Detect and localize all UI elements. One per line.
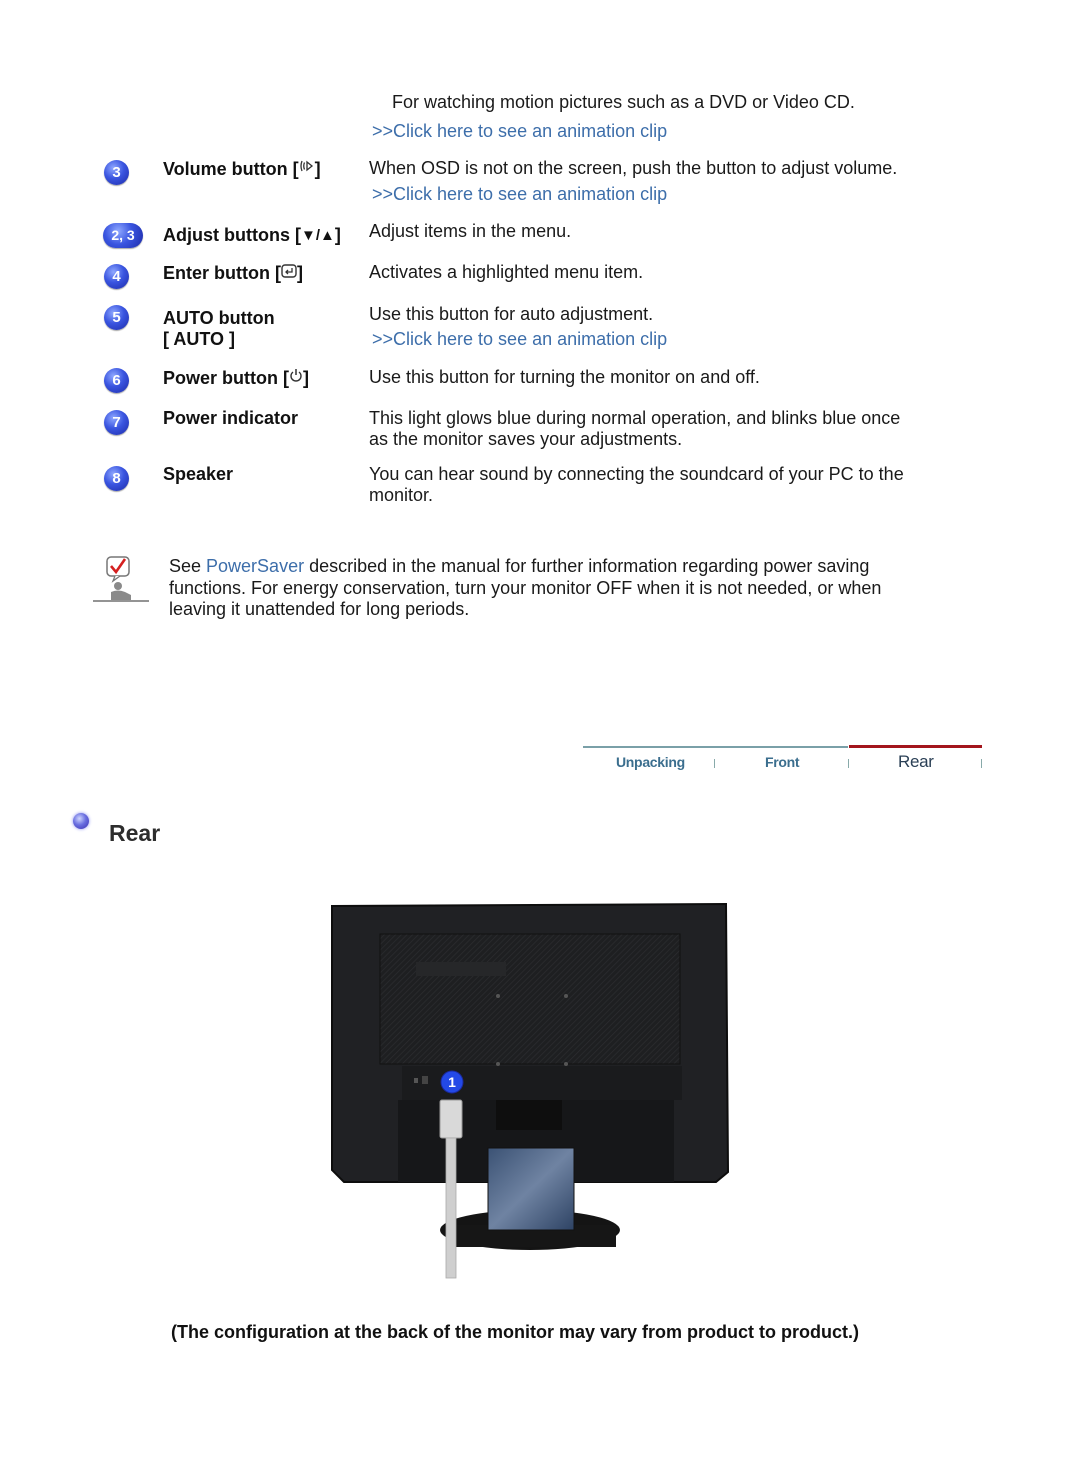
tab-unpacking[interactable]: Unpacking — [616, 754, 685, 770]
volume-button-description: When OSD is not on the screen, push the … — [369, 158, 898, 178]
badge-5: 5 — [104, 305, 129, 330]
auto-button-description: Use this button for auto adjustment. — [369, 304, 654, 324]
section-bullet-icon — [73, 813, 89, 829]
badge-4: 4 — [104, 264, 129, 289]
nav-active-line — [849, 745, 982, 748]
adjust-buttons-label: Adjust buttons [▼/▲] — [163, 225, 341, 246]
volume-button-label-suffix: ] — [314, 159, 321, 179]
badge-3: 3 — [104, 160, 129, 185]
note-line3: leaving it unattended for long periods. — [169, 599, 470, 619]
power-button-description: Use this button for turning the monitor … — [369, 367, 760, 387]
animation-clip-link-volume[interactable]: >>Click here to see an animation clip — [372, 184, 667, 205]
animation-clip-link-auto[interactable]: >>Click here to see an animation clip — [372, 329, 667, 350]
volume-icon — [299, 158, 315, 180]
speaker-description-line1: You can hear sound by connecting the sou… — [369, 464, 904, 484]
adjust-buttons-label-text: Adjust buttons [ — [163, 225, 301, 245]
tab-rear[interactable]: Rear — [898, 752, 934, 772]
callout-badge-1: 1 — [448, 1074, 456, 1090]
section-title: Rear — [109, 820, 161, 846]
nav-separator — [981, 759, 982, 768]
nav-inactive-line — [583, 746, 848, 748]
volume-button-label: Volume button [ ] — [163, 158, 321, 180]
enter-button-label-suffix: ] — [296, 263, 303, 283]
badge-6: 6 — [104, 368, 129, 393]
down-up-arrows-icon: ▼/▲ — [300, 227, 335, 244]
note-line2: functions. For energy conservation, turn… — [169, 578, 882, 598]
power-indicator-description-line2: as the monitor saves your adjustments. — [369, 429, 683, 449]
auto-button-label: AUTO button — [163, 308, 275, 328]
nav-separator — [848, 759, 849, 768]
animation-clip-link-intro[interactable]: >>Click here to see an animation clip — [372, 121, 667, 142]
monitor-rear-image: 1 — [328, 900, 732, 1280]
enter-button-label: Enter button [ ] — [163, 263, 303, 284]
speaker-description-line2: monitor. — [369, 485, 434, 505]
badge-8: 8 — [104, 466, 129, 491]
power-icon — [289, 367, 303, 389]
note-prefix: See — [169, 556, 207, 576]
power-button-label: Power button [ ] — [163, 367, 309, 389]
configuration-caption: (The configuration at the back of the mo… — [170, 1322, 860, 1342]
volume-button-label-text: Volume button [ — [163, 159, 299, 179]
enter-icon — [281, 263, 297, 284]
power-button-label-text: Power button [ — [163, 368, 289, 388]
power-button-label-suffix: ] — [302, 368, 309, 388]
speaker-label: Speaker — [163, 464, 234, 484]
power-indicator-description-line1: This light glows blue during normal oper… — [369, 408, 901, 428]
power-indicator-label: Power indicator — [163, 408, 299, 428]
note-checkmark-icon — [93, 555, 149, 603]
nav-separator — [714, 759, 715, 768]
badge-7: 7 — [104, 410, 129, 435]
note-line1: See PowerSaver described in the manual f… — [169, 556, 869, 577]
enter-button-label-text: Enter button [ — [163, 263, 281, 283]
intro-description: For watching motion pictures such as a D… — [392, 92, 855, 112]
auto-button-label-key: [ AUTO ] — [163, 329, 235, 349]
enter-button-description: Activates a highlighted menu item. — [369, 262, 644, 282]
badge-2-3: 2, 3 — [103, 223, 143, 248]
adjust-buttons-description: Adjust items in the menu. — [369, 221, 572, 241]
powersaver-link[interactable]: PowerSaver — [206, 556, 304, 576]
note-line1-rest: described in the manual for further info… — [304, 556, 870, 576]
adjust-buttons-label-suffix: ] — [334, 225, 341, 245]
tab-front[interactable]: Front — [765, 754, 800, 770]
